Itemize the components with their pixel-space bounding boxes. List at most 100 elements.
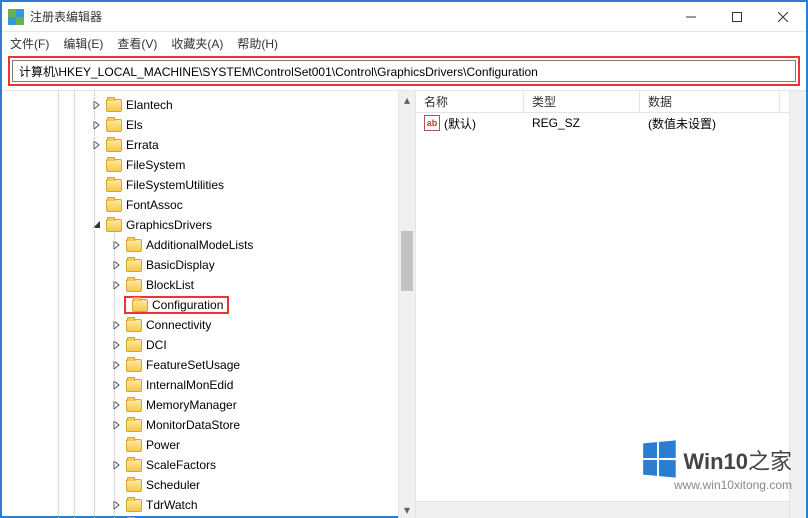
tree-node[interactable]: Errata — [2, 135, 415, 155]
value-data: (数值未设置) — [640, 115, 780, 132]
tree-node-label: BlockList — [146, 278, 194, 292]
tree-node-label: MemoryManager — [146, 398, 237, 412]
address-bar[interactable] — [12, 60, 796, 82]
menu-favorites[interactable]: 收藏夹(A) — [171, 35, 223, 52]
tree-node[interactable]: Els — [2, 115, 415, 135]
window-title: 注册表编辑器 — [30, 8, 102, 25]
chevron-right-icon[interactable] — [110, 338, 124, 352]
minimize-button[interactable] — [668, 2, 714, 32]
chevron-right-icon[interactable] — [110, 258, 124, 272]
menu-file[interactable]: 文件(F) — [10, 35, 49, 52]
tree-node-label: ScaleFactors — [146, 458, 216, 472]
watermark: Win10之家 www.win10xitong.com — [641, 442, 792, 492]
tree-node[interactable]: Connectivity — [2, 315, 415, 335]
folder-icon — [126, 339, 142, 352]
folder-icon — [126, 499, 142, 512]
menu-edit[interactable]: 编辑(E) — [63, 35, 103, 52]
menu-view[interactable]: 查看(V) — [117, 35, 157, 52]
chevron-right-icon[interactable] — [110, 278, 124, 292]
chevron-right-icon[interactable] — [110, 238, 124, 252]
tree-node[interactable]: TdrWatch — [2, 495, 415, 515]
chevron-right-icon[interactable] — [110, 398, 124, 412]
tree-node[interactable]: Configuration — [2, 295, 415, 315]
folder-icon — [106, 199, 122, 212]
column-type[interactable]: 类型 — [524, 91, 640, 112]
tree-node-label: MonitorDataStore — [146, 418, 240, 432]
tree-node[interactable]: FileSystem — [2, 155, 415, 175]
close-button[interactable] — [760, 2, 806, 32]
tree-node-label: GraphicsDrivers — [126, 218, 212, 232]
folder-icon — [126, 239, 142, 252]
value-type: REG_SZ — [524, 116, 640, 130]
tree-node[interactable]: MonitorDataStore — [2, 415, 415, 435]
folder-icon — [126, 479, 142, 492]
folder-icon — [126, 319, 142, 332]
tree-node[interactable]: Scheduler — [2, 475, 415, 495]
tree-node-label: Configuration — [152, 298, 223, 312]
chevron-right-icon[interactable] — [110, 498, 124, 512]
tree-node[interactable]: BlockList — [2, 275, 415, 295]
tree-node[interactable]: FileSystemUtilities — [2, 175, 415, 195]
menubar: 文件(F) 编辑(E) 查看(V) 收藏夹(A) 帮助(H) — [2, 32, 806, 54]
menu-help[interactable]: 帮助(H) — [237, 35, 278, 52]
chevron-right-icon[interactable] — [90, 98, 104, 112]
value-name: (默认) — [444, 115, 476, 132]
folder-icon — [132, 299, 148, 312]
tree-node-label: Els — [126, 118, 143, 132]
address-bar-highlight — [8, 56, 800, 86]
maximize-button[interactable] — [714, 2, 760, 32]
maximize-icon — [732, 12, 742, 22]
chevron-down-icon[interactable] — [90, 218, 104, 232]
tree-node[interactable]: Power — [2, 435, 415, 455]
folder-icon — [106, 179, 122, 192]
scroll-up-icon[interactable]: ▴ — [399, 91, 415, 108]
tree-node[interactable]: DCI — [2, 335, 415, 355]
tree-node-label: TdrWatch — [146, 498, 198, 512]
folder-icon — [126, 459, 142, 472]
value-row[interactable]: ab(默认) REG_SZ(数值未设置) — [416, 113, 806, 133]
folder-icon — [106, 139, 122, 152]
windows-logo-icon — [644, 440, 677, 477]
values-hscrollbar[interactable] — [416, 501, 789, 518]
tree-node-label: Connectivity — [146, 318, 211, 332]
column-data[interactable]: 数据 — [640, 91, 780, 112]
tree-node[interactable]: GraphicsDrivers — [2, 215, 415, 235]
tree-panel: Elantech Els ErrataFileSystem FileSystemUti… — [2, 91, 416, 518]
titlebar: 注册表编辑器 — [2, 2, 806, 32]
minimize-icon — [686, 12, 696, 22]
folder-icon — [126, 399, 142, 412]
tree-node[interactable]: FeatureSetUsage — [2, 355, 415, 375]
tree-node-label: DCI — [146, 338, 167, 352]
folder-icon — [126, 359, 142, 372]
folder-icon — [126, 259, 142, 272]
tree-node[interactable]: ScaleFactors — [2, 455, 415, 475]
tree-node[interactable]: AdditionalModeLists — [2, 235, 415, 255]
tree-node[interactable]: Elantech — [2, 95, 415, 115]
chevron-right-icon[interactable] — [110, 378, 124, 392]
string-value-icon: ab — [424, 115, 440, 131]
column-name[interactable]: 名称 — [416, 91, 524, 112]
column-headers: 名称 类型 数据 — [416, 91, 806, 113]
tree-node-highlight: Configuration — [124, 296, 229, 314]
tree-node-label: FeatureSetUsage — [146, 358, 240, 372]
tree-node[interactable]: InternalMonEdid — [2, 375, 415, 395]
tree-scrollbar[interactable]: ▴ ▾ — [398, 91, 415, 518]
chevron-right-icon[interactable] — [110, 458, 124, 472]
chevron-right-icon[interactable] — [110, 318, 124, 332]
folder-icon — [126, 379, 142, 392]
folder-icon — [106, 159, 122, 172]
tree-node-label: FontAssoc — [126, 198, 183, 212]
chevron-right-icon[interactable] — [110, 418, 124, 432]
chevron-right-icon[interactable] — [90, 118, 104, 132]
tree-node[interactable]: BasicDisplay — [2, 255, 415, 275]
tree-node-label: AdditionalModeLists — [146, 238, 253, 252]
scroll-thumb[interactable] — [401, 231, 413, 291]
chevron-right-icon[interactable] — [90, 138, 104, 152]
scroll-down-icon[interactable]: ▾ — [399, 501, 415, 518]
tree-node-label: BasicDisplay — [146, 258, 215, 272]
folder-icon — [126, 279, 142, 292]
chevron-right-icon[interactable] — [110, 358, 124, 372]
tree-node-label: FileSystemUtilities — [126, 178, 224, 192]
tree-node[interactable]: MemoryManager — [2, 395, 415, 415]
tree-node[interactable]: FontAssoc — [2, 195, 415, 215]
